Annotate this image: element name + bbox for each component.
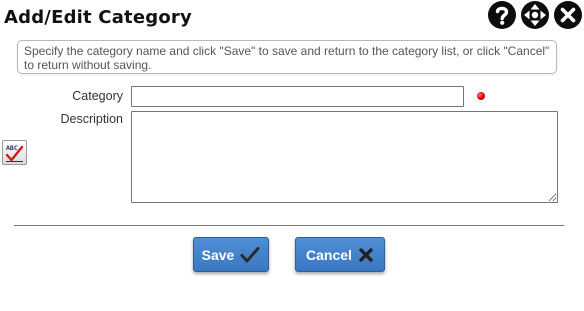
instructions-box: Specify the category name and click "Sav… <box>17 40 557 74</box>
required-indicator-icon <box>477 92 485 100</box>
checkmark-icon <box>240 246 260 262</box>
cancel-button-label: Cancel <box>306 246 352 263</box>
spellcheck-icon: ABC <box>5 144 24 162</box>
category-input[interactable] <box>131 86 464 107</box>
save-button-label: Save <box>201 246 235 263</box>
spellcheck-button[interactable]: ABC <box>2 140 27 165</box>
divider <box>14 225 564 226</box>
category-label: Category <box>72 89 123 103</box>
header-icon-group <box>488 1 582 29</box>
close-icon[interactable] <box>554 1 582 29</box>
move-icon[interactable] <box>521 1 549 29</box>
description-label: Description <box>60 112 123 126</box>
dialog-title: Add/Edit Category <box>4 7 192 28</box>
description-textarea[interactable] <box>131 111 558 203</box>
cancel-button[interactable]: Cancel <box>295 237 385 272</box>
save-button[interactable]: Save <box>193 237 269 272</box>
x-icon <box>359 247 373 262</box>
svg-text:ABC: ABC <box>6 144 18 152</box>
help-icon[interactable] <box>488 1 516 29</box>
